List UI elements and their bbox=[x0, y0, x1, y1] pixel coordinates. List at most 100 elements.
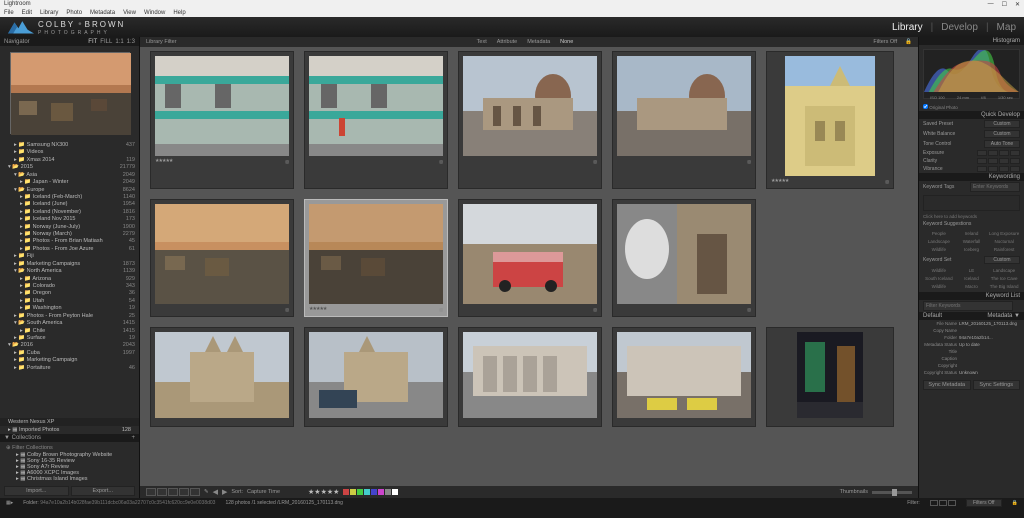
thumbnail-cell-selected[interactable]: ★★★★★▧ bbox=[304, 199, 448, 317]
module-map[interactable]: Map bbox=[997, 22, 1016, 33]
exposure-stepper[interactable] bbox=[977, 150, 1020, 156]
module-library[interactable]: Library bbox=[892, 22, 923, 33]
thumbnail-cell[interactable]: ★★★★★▧ bbox=[766, 51, 894, 189]
module-develop[interactable]: Develop bbox=[941, 22, 978, 33]
folder-item[interactable]: ▸ 📁 Japan - Winter2049 bbox=[2, 179, 137, 186]
nav-1-1[interactable]: 1:1 bbox=[115, 39, 123, 45]
keyword-suggestion[interactable]: People bbox=[923, 230, 955, 237]
keyword-suggestion[interactable]: Rainforest bbox=[988, 246, 1020, 253]
import-button[interactable]: Import... bbox=[4, 486, 69, 496]
keyword-filter-input[interactable] bbox=[923, 301, 1013, 311]
sync-metadata-button[interactable]: Sync Metadata bbox=[923, 380, 971, 390]
keyword-set-item[interactable]: Macro bbox=[956, 283, 988, 290]
menu-file[interactable]: File bbox=[4, 10, 14, 16]
filter-lock-icon[interactable]: 🔒 bbox=[905, 39, 912, 45]
folder-item[interactable]: ▸ 📁 Marketing Campaign bbox=[2, 357, 137, 364]
keyword-set-item[interactable]: Landscape bbox=[988, 267, 1020, 274]
keyword-set-item[interactable]: Wildlife bbox=[923, 283, 955, 290]
color-label-chips[interactable] bbox=[343, 489, 398, 495]
auto-tone-button[interactable]: Auto Tone bbox=[984, 140, 1020, 148]
folder-item[interactable]: ▸ 📁 Chile1415 bbox=[2, 328, 137, 335]
painter-icon[interactable]: ✎ bbox=[204, 489, 209, 495]
toolbar-rating[interactable]: ★★★★★ bbox=[308, 488, 339, 496]
collections-header[interactable]: ▼ Collections+ bbox=[0, 434, 139, 442]
nav-fit[interactable]: FIT bbox=[88, 39, 97, 45]
keyword-input[interactable] bbox=[970, 182, 1020, 192]
folder-item[interactable]: ▸ 📁 Portaiture46 bbox=[2, 365, 137, 372]
nav-1-3[interactable]: 1:3 bbox=[127, 39, 135, 45]
color-chip[interactable] bbox=[357, 489, 363, 495]
folder-item[interactable]: ▾ 📂 201521779 bbox=[2, 164, 137, 171]
close-button[interactable]: ✕ bbox=[1015, 1, 1020, 8]
color-chip[interactable] bbox=[385, 489, 391, 495]
keyword-set-item[interactable]: Iceland bbox=[956, 275, 988, 282]
keywording-header[interactable]: Keywording bbox=[919, 173, 1024, 181]
vibrance-stepper[interactable] bbox=[977, 166, 1020, 172]
keyword-suggestion[interactable]: Ireland bbox=[956, 230, 988, 237]
color-chip[interactable] bbox=[343, 489, 349, 495]
thumbnail-size-slider[interactable] bbox=[872, 491, 912, 494]
menu-library[interactable]: Library bbox=[40, 10, 58, 16]
filter-tab-attribute[interactable]: Attribute bbox=[497, 39, 517, 45]
wb-dropdown[interactable]: Custom bbox=[984, 130, 1020, 138]
next-arrow-icon[interactable]: ▶ bbox=[222, 488, 227, 496]
nav-fill[interactable]: FILL bbox=[100, 39, 112, 45]
filter-tab-text[interactable]: Text bbox=[477, 39, 487, 45]
folder-item[interactable]: ▸ 📁 Iceland (June)1954 bbox=[2, 201, 137, 208]
folder-item[interactable]: ▾ 📂 20162043 bbox=[2, 342, 137, 349]
thumbnail-cell[interactable]: ▧ bbox=[304, 51, 448, 189]
thumbnail-cell[interactable]: ★★★★★▧ bbox=[150, 51, 294, 189]
folder-item[interactable]: ▸ 📁 Fiji bbox=[2, 253, 137, 260]
thumbnail-cell[interactable]: ▧ bbox=[612, 51, 756, 189]
thumbnail-cell[interactable]: ▧ bbox=[458, 51, 602, 189]
collection-item[interactable]: ▸ ▦ Christmas Island Images bbox=[2, 476, 137, 482]
color-chip[interactable] bbox=[392, 489, 398, 495]
folder-item[interactable]: ▸ 📁 Photos - From Brian Matiash45 bbox=[2, 238, 137, 245]
folder-item[interactable]: ▾ 📂 Europe8624 bbox=[2, 187, 137, 194]
keyword-suggestion[interactable]: Landscape bbox=[923, 238, 955, 245]
navigator-header[interactable]: Navigator FIT FILL 1:1 1:3 bbox=[0, 37, 139, 46]
thumbnail-cell[interactable] bbox=[766, 327, 894, 427]
keyword-set-item[interactable]: Wildlife bbox=[923, 267, 955, 274]
keyword-set-item[interactable]: The Big Island bbox=[988, 283, 1020, 290]
thumbnail-cell[interactable] bbox=[612, 327, 756, 427]
minimize-button[interactable]: — bbox=[988, 1, 994, 8]
folder-item[interactable]: ▸ 📁 Iceland Nov 2015173 bbox=[2, 216, 137, 223]
thumbnail-cell[interactable]: ▧ bbox=[150, 199, 294, 317]
menu-view[interactable]: View bbox=[123, 10, 136, 16]
rating-stars[interactable]: ★★★★★ bbox=[155, 158, 172, 164]
thumbnail-cell[interactable]: ▧ bbox=[458, 199, 602, 317]
folder-item[interactable]: ▸ 📁 Arizona929 bbox=[2, 276, 137, 283]
grid-view[interactable]: ★★★★★▧ ▧ ▧ ▧ ★★★★★▧ ▧ ★★★★★▧ ▧ ▧ bbox=[140, 47, 918, 486]
folder-item[interactable]: ▾ 📂 South America1415 bbox=[2, 320, 137, 327]
filter-tab-none[interactable]: None bbox=[560, 39, 573, 45]
menu-window[interactable]: Window bbox=[144, 10, 165, 16]
filters-off-dropdown[interactable]: Filters Off bbox=[966, 499, 1002, 507]
keyword-set-dropdown[interactable]: Custom bbox=[984, 256, 1020, 264]
folder-item[interactable]: ▸ 📁 Norway (June-July)1900 bbox=[2, 224, 137, 231]
sync-settings-button[interactable]: Sync Settings bbox=[973, 380, 1021, 390]
navigator-preview[interactable] bbox=[10, 52, 130, 134]
view-mode-icons[interactable] bbox=[146, 488, 200, 496]
imported-photos-row[interactable]: ▸ ▦ Imported Photos 128 bbox=[0, 426, 139, 434]
filter-flag-icon[interactable] bbox=[930, 500, 938, 506]
histogram[interactable]: ISO 10024 mmf/81/30 sec bbox=[923, 49, 1020, 99]
menu-metadata[interactable]: Metadata bbox=[90, 10, 115, 16]
folder-item[interactable]: ▸ 📁 Oregon36 bbox=[2, 290, 137, 297]
keyword-suggestion[interactable]: Wildlife bbox=[923, 246, 955, 253]
color-chip[interactable] bbox=[350, 489, 356, 495]
preset-dropdown[interactable]: Custom bbox=[984, 120, 1020, 128]
filmstrip-toggle-icon[interactable]: ▦▸ bbox=[6, 500, 13, 506]
keyword-set-item[interactable]: South Iceland bbox=[923, 275, 955, 282]
keyword-set-item[interactable]: The Ice Cave bbox=[988, 275, 1020, 282]
color-chip[interactable] bbox=[364, 489, 370, 495]
folder-item[interactable]: ▾ 📂 North America1139 bbox=[2, 268, 137, 275]
folder-item[interactable]: ▾ 📂 Asia2049 bbox=[2, 172, 137, 179]
histogram-header[interactable]: Histogram bbox=[919, 37, 1024, 45]
filter-tab-metadata[interactable]: Metadata bbox=[527, 39, 550, 45]
metadata-header[interactable]: DefaultMetadata ▼ bbox=[919, 312, 1024, 320]
folder-item[interactable]: ▸ 📁 Videos bbox=[2, 149, 137, 156]
filters-off-toggle[interactable]: Filters Off bbox=[873, 39, 897, 45]
thumbnail-cell[interactable]: ▧ bbox=[612, 199, 756, 317]
keyword-suggestion[interactable]: Iceberg bbox=[956, 246, 988, 253]
